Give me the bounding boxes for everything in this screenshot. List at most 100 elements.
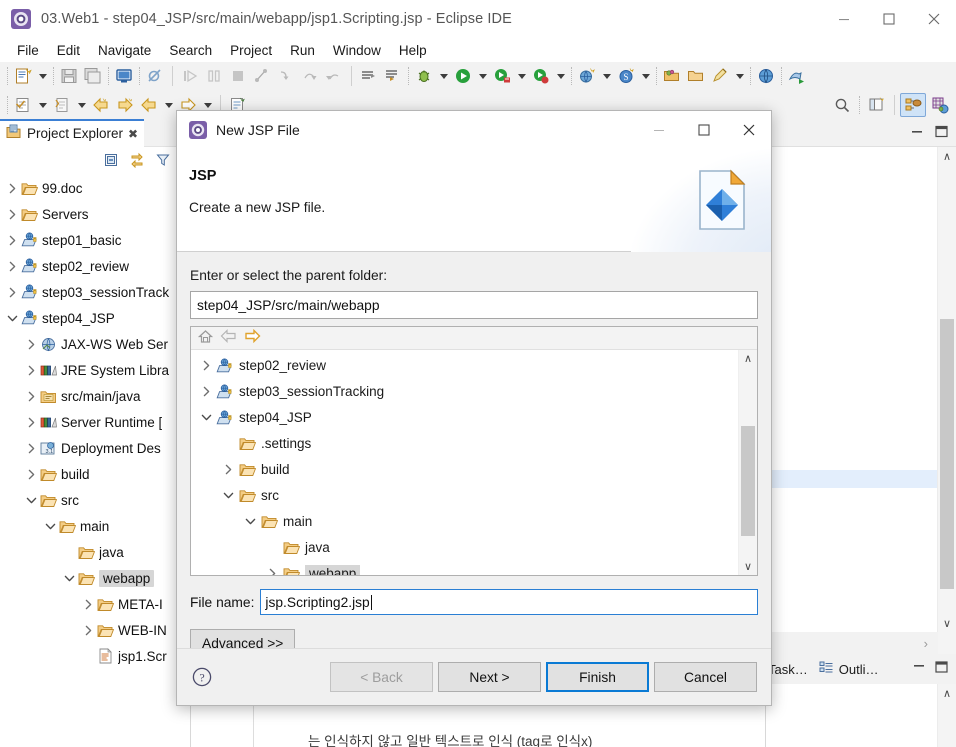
tree-node[interactable]: src/main/java	[0, 383, 190, 409]
chevron-down-icon[interactable]	[61, 574, 77, 583]
annotation-dropdown-caret-icon[interactable]	[35, 93, 50, 117]
new-web-project-icon[interactable]	[575, 64, 599, 88]
folder-tree-area[interactable]: step02_review step03_sessionTracking step0…	[191, 349, 757, 575]
chevron-right-icon[interactable]	[23, 417, 39, 428]
tree-node[interactable]: step02_review	[0, 253, 190, 279]
menu-window[interactable]: Window	[324, 41, 390, 60]
scrollbar-thumb[interactable]	[940, 319, 954, 589]
tree-node[interactable]: webapp	[0, 565, 190, 591]
chevron-right-icon[interactable]	[263, 568, 281, 575]
run-to-line-icon[interactable]	[381, 64, 405, 88]
run-as-server-dropdown-caret-icon[interactable]	[514, 64, 529, 88]
new-web-project-dropdown-caret-icon[interactable]	[599, 64, 614, 88]
tree-node[interactable]: src	[191, 483, 738, 509]
chevron-right-icon[interactable]	[23, 469, 39, 480]
search-scope-icon[interactable]: S	[614, 64, 638, 88]
tree-node[interactable]: 3.1 Deployment Des	[0, 435, 190, 461]
new-wizard-dropdown-caret-icon[interactable]	[35, 64, 50, 88]
close-button[interactable]	[911, 0, 956, 38]
minimize-icon[interactable]	[911, 125, 923, 140]
chevron-right-icon[interactable]	[23, 443, 39, 454]
tree-node[interactable]: step03_sessionTrack	[0, 279, 190, 305]
new-wizard-icon[interactable]	[11, 64, 35, 88]
menu-edit[interactable]: Edit	[48, 41, 89, 60]
chevron-down-icon[interactable]	[23, 496, 39, 505]
right-bottom-body[interactable]: ∧	[766, 684, 956, 747]
finish-button[interactable]: Finish	[546, 662, 649, 692]
dialog-close-button[interactable]	[726, 111, 771, 149]
menu-help[interactable]: Help	[390, 41, 436, 60]
minimize-icon[interactable]	[913, 661, 925, 677]
chevron-right-icon[interactable]	[219, 464, 237, 475]
open-perspective-icon[interactable]	[865, 93, 889, 117]
tree-node[interactable]: Servers	[0, 201, 190, 227]
tree-node[interactable]: main	[0, 513, 190, 539]
open-folder-alt-icon[interactable]	[684, 64, 708, 88]
next-button[interactable]: Next >	[438, 662, 541, 692]
save-all-icon[interactable]	[81, 64, 105, 88]
tree-node[interactable]: JRE System Libra	[0, 357, 190, 383]
tree-node[interactable]: 99.doc	[0, 175, 190, 201]
chevron-right-icon[interactable]	[4, 287, 20, 298]
right-bottom-vertical-scrollbar[interactable]: ∧	[937, 684, 956, 747]
previous-edit-dropdown-caret-icon[interactable]	[161, 93, 176, 117]
maximize-icon[interactable]	[935, 661, 948, 677]
profile-icon[interactable]	[529, 64, 553, 88]
tree-node[interactable]: step04_JSP	[191, 405, 738, 431]
chevron-right-icon[interactable]	[23, 365, 39, 376]
minimize-button[interactable]	[821, 0, 866, 38]
chevron-right-icon[interactable]	[80, 599, 96, 610]
run-last-tool-icon[interactable]	[357, 64, 381, 88]
tree-node[interactable]: jsp1.Scr	[0, 643, 190, 669]
previous-edit-location-icon[interactable]	[137, 93, 161, 117]
maximize-button[interactable]	[866, 0, 911, 38]
collapse-all-icon[interactable]	[99, 148, 123, 172]
tree-node[interactable]: WEB-IN	[0, 617, 190, 643]
chevron-down-icon[interactable]	[4, 314, 20, 323]
chevron-right-icon[interactable]	[23, 339, 39, 350]
next-annotation-dropdown-caret-icon[interactable]	[74, 93, 89, 117]
close-icon[interactable]: ✖	[128, 127, 138, 141]
scroll-down-arrow-icon[interactable]: ∨	[943, 614, 951, 632]
debug-icon[interactable]	[412, 64, 436, 88]
tree-node[interactable]: webapp	[191, 561, 738, 575]
maximize-icon[interactable]	[935, 125, 948, 141]
tree-node[interactable]: JAX-WS Web Ser	[0, 331, 190, 357]
tree-node[interactable]: build	[0, 461, 190, 487]
scrollbar-thumb[interactable]	[741, 425, 755, 536]
menu-run[interactable]: Run	[281, 41, 324, 60]
tree-node[interactable]: java	[191, 535, 738, 561]
save-icon[interactable]	[57, 64, 81, 88]
profile-dropdown-caret-icon[interactable]	[553, 64, 568, 88]
menu-navigate[interactable]: Navigate	[89, 41, 160, 60]
question-mark-icon[interactable]: ?	[191, 666, 213, 688]
tree-node[interactable]: step04_JSP	[0, 305, 190, 331]
expand-arrow-icon[interactable]: ›	[924, 636, 928, 651]
chevron-down-icon[interactable]	[219, 491, 237, 500]
tree-node[interactable]: step02_review	[191, 353, 738, 379]
scroll-up-arrow-icon[interactable]: ∧	[744, 350, 752, 368]
back-icon[interactable]	[89, 93, 113, 117]
dialog-minimize-button[interactable]	[636, 111, 681, 149]
web-perspective-icon[interactable]	[928, 93, 952, 117]
parent-folder-input[interactable]: step04_JSP/src/main/webapp	[190, 291, 758, 319]
search-icon[interactable]	[830, 93, 854, 117]
chevron-right-icon[interactable]	[197, 386, 215, 397]
tree-node[interactable]: step03_sessionTracking	[191, 379, 738, 405]
folder-tree-scrollbar[interactable]: ∧ ∨	[738, 349, 757, 575]
tree-node[interactable]: Server Runtime [	[0, 409, 190, 435]
chevron-right-icon[interactable]	[4, 209, 20, 220]
open-folder-icon[interactable]	[660, 64, 684, 88]
java-ee-perspective-icon[interactable]	[900, 93, 926, 117]
chevron-right-icon[interactable]	[197, 360, 215, 371]
menu-project[interactable]: Project	[221, 41, 281, 60]
tree-node[interactable]: META-I	[0, 591, 190, 617]
chevron-down-icon[interactable]	[42, 522, 58, 531]
dialog-maximize-button[interactable]	[681, 111, 726, 149]
menu-search[interactable]: Search	[160, 41, 221, 60]
run-dropdown-caret-icon[interactable]	[475, 64, 490, 88]
cancel-button[interactable]: Cancel	[654, 662, 757, 692]
scroll-up-arrow-icon[interactable]: ∧	[943, 147, 951, 165]
forward-arrow-icon[interactable]	[244, 329, 261, 346]
tab-outline[interactable]: Outli…	[839, 662, 879, 677]
